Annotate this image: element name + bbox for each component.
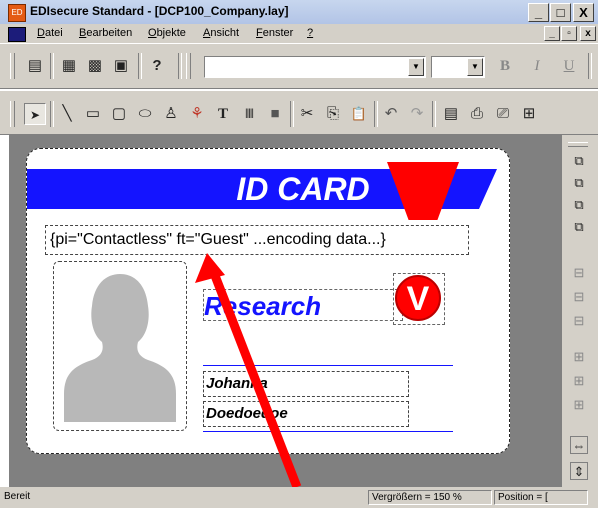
annotation-arrow <box>195 253 302 487</box>
font-combo[interactable]: ▼ <box>204 56 426 78</box>
paste-icon[interactable]: 📋 <box>348 103 370 125</box>
toolbar-separator <box>50 101 54 127</box>
status-ready-text: Bereit <box>4 491 31 502</box>
mdi-minimize-button[interactable]: _ <box>544 26 560 41</box>
image-tool-icon[interactable]: ♙ <box>160 103 182 125</box>
toolbar-grip[interactable] <box>186 53 191 79</box>
menu-bearbeiten[interactable]: Bearbeiten <box>79 27 132 39</box>
new-folder-icon[interactable]: ▦ <box>58 55 80 77</box>
underline-button[interactable]: U <box>558 55 580 77</box>
save-database-icon[interactable]: ▣ <box>110 55 132 77</box>
undo-icon[interactable]: ↶ <box>380 103 402 125</box>
toolbar-separator <box>138 53 142 79</box>
text-tool-icon[interactable]: T <box>212 103 234 125</box>
redo-icon[interactable]: ↷ <box>406 103 428 125</box>
toolbar-grip[interactable] <box>568 142 588 147</box>
same-width-icon[interactable]: ⇔ <box>570 436 588 454</box>
bring-forward-icon[interactable]: ⧉ <box>570 196 588 214</box>
toolbar-separator <box>432 101 436 127</box>
italic-button[interactable]: I <box>526 55 548 77</box>
toolbar-grip[interactable] <box>10 101 15 127</box>
maximize-button[interactable]: □ <box>550 3 571 22</box>
toolbar-separator <box>50 53 54 79</box>
menu-help[interactable]: ? <box>307 27 313 39</box>
align-bottom-icon[interactable]: ⊞ <box>570 396 588 414</box>
send-backward-icon[interactable]: ⧉ <box>570 218 588 236</box>
menu-objekte[interactable]: Objekte <box>148 27 186 39</box>
toolbar-separator <box>290 101 294 127</box>
select-tool-icon[interactable]: ➤ <box>24 103 46 125</box>
font-size-combo[interactable]: ▼ <box>431 56 485 78</box>
menu-ansicht[interactable]: Ansicht <box>203 27 239 39</box>
toolbar-separator <box>178 53 182 79</box>
toolbar-separator <box>374 101 378 127</box>
align-right-icon[interactable]: ⊟ <box>570 312 588 330</box>
barcode-tool-icon[interactable]: ||||| <box>238 103 260 125</box>
print-icon[interactable]: ⎙ <box>466 103 488 125</box>
align-left-icon[interactable]: ⊟ <box>570 264 588 282</box>
rounded-rectangle-tool-icon[interactable]: ▢ <box>108 103 130 125</box>
picture-tool-icon[interactable]: ⚘ <box>186 103 208 125</box>
cut-icon[interactable]: ✂ <box>296 103 318 125</box>
print-preview-icon[interactable]: ⎚ <box>492 103 514 125</box>
form-icon[interactable]: ▤ <box>24 55 46 77</box>
line-tool-icon[interactable]: ╲ <box>56 103 78 125</box>
chevron-down-icon[interactable]: ▼ <box>408 58 424 76</box>
window-title: EDIsecure Standard - [DCP100_Company.lay… <box>30 4 289 18</box>
toolbar-separator <box>588 53 592 79</box>
copy-icon[interactable]: ⎘ <box>322 103 344 125</box>
open-database-icon[interactable]: ▩ <box>84 55 106 77</box>
align-middle-icon[interactable]: ⊞ <box>570 372 588 390</box>
mdi-restore-button[interactable]: ▫ <box>561 26 577 41</box>
send-to-back-icon[interactable]: ⧉ <box>570 174 588 192</box>
mdi-close-button[interactable]: x <box>580 26 596 41</box>
bring-to-front-icon[interactable]: ⧉ <box>570 152 588 170</box>
chevron-down-icon[interactable]: ▼ <box>467 58 483 76</box>
menu-fenster[interactable]: Fenster <box>256 27 293 39</box>
document-icon[interactable] <box>8 27 26 42</box>
align-top-icon[interactable]: ⊞ <box>570 348 588 366</box>
solid-fill-tool-icon[interactable]: ■ <box>264 103 286 125</box>
bold-button[interactable]: B <box>494 55 516 77</box>
align-center-icon[interactable]: ⊟ <box>570 288 588 306</box>
toolbar-grip[interactable] <box>10 53 15 79</box>
ellipse-tool-icon[interactable]: ⬭ <box>134 103 156 125</box>
zoom-status: Vergrößern = 150 % <box>368 490 492 505</box>
help-icon[interactable]: ? <box>146 55 168 77</box>
same-height-icon[interactable]: ⇕ <box>570 462 588 480</box>
close-button[interactable]: X <box>573 3 594 22</box>
menu-datei[interactable]: Datei <box>37 27 63 39</box>
properties-icon[interactable]: ▤ <box>440 103 462 125</box>
design-workspace[interactable]: ID CARD {pi="Contactless" ft="Guest" ...… <box>9 135 562 487</box>
minimize-button[interactable]: _ <box>528 3 549 22</box>
position-status: Position = [ <box>494 490 588 505</box>
app-icon[interactable]: ED <box>8 4 26 22</box>
grid-icon[interactable]: ⊞ <box>518 103 540 125</box>
rectangle-tool-icon[interactable]: ▭ <box>82 103 104 125</box>
